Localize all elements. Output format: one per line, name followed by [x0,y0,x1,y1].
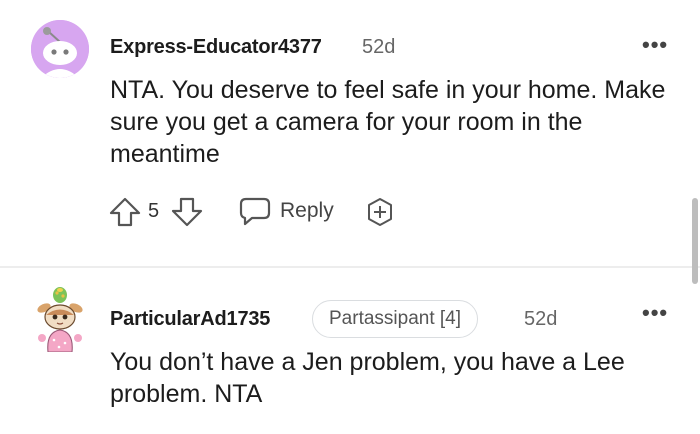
comment-age: 52d [524,308,558,330]
speech-bubble-icon [239,197,271,226]
user-flair: Partassipant [4] [312,300,479,338]
username[interactable]: ParticularAd1735 [110,308,270,331]
more-options-icon[interactable]: ••• [642,302,668,324]
vote-count: 5 [148,200,160,222]
comment-body: You don’t have a Jen problem, you have a… [110,348,625,408]
user-avatar[interactable] [31,20,89,78]
upvote-button[interactable] [108,196,142,228]
comment-body: NTA. You deserve to feel safe in your ho… [110,76,666,168]
reply-button[interactable]: Reply [238,196,334,226]
downvote-arrow-icon [171,197,203,227]
user-avatar[interactable] [30,286,90,352]
comment: ParticularAd1735 Partassipant [4] 52d ••… [0,268,700,434]
snoo-avatar-icon [31,20,89,78]
custom-snoo-avatar-icon [37,287,83,352]
reply-label: Reply [280,199,334,222]
award-icon [368,198,392,226]
comment-actions: 5 Reply [108,196,408,230]
comment-age: 52d [362,36,396,58]
username[interactable]: Express-Educator4377 [110,36,322,59]
more-options-icon[interactable]: ••• [642,34,668,56]
comment: Express-Educator4377 52d ••• NTA. You de… [0,0,700,268]
award-button[interactable] [364,196,396,228]
downvote-button[interactable] [170,196,204,228]
upvote-arrow-icon [109,197,141,227]
